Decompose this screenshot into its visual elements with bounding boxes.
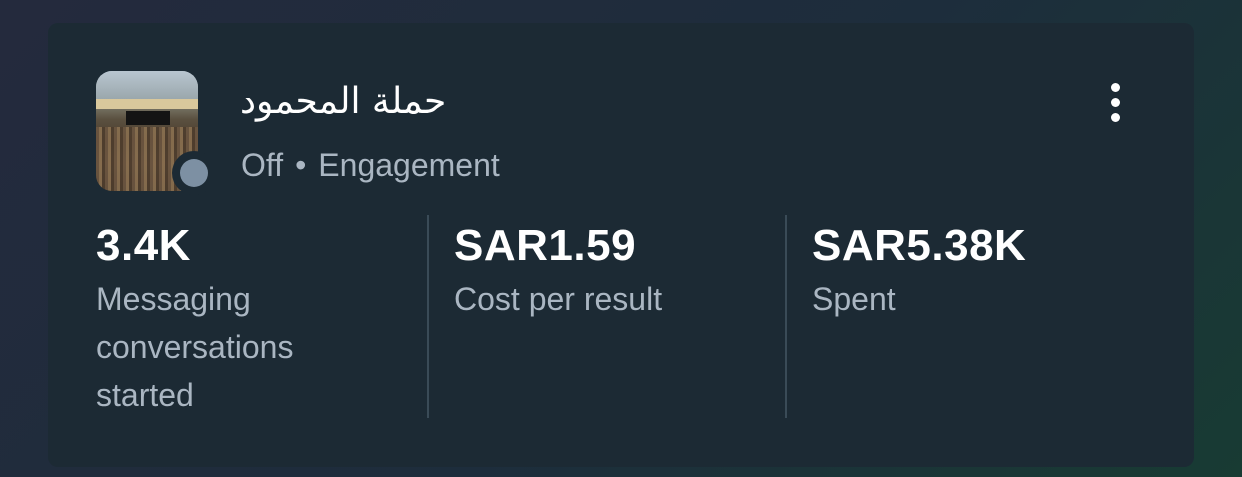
campaign-card[interactable]: حملة المحمود Off • Engagement 3.4K Messagi… xyxy=(48,23,1194,467)
thumbnail-kaaba xyxy=(126,111,170,125)
thumbnail-building xyxy=(96,99,198,109)
metric-label: Messaging conversations started xyxy=(96,281,294,413)
thumbnail-sky xyxy=(96,71,198,99)
campaign-status: Off xyxy=(241,147,284,183)
metric-value: 3.4K xyxy=(96,221,191,270)
status-indicator xyxy=(172,151,216,195)
metric-spent: SAR5.38K Spent xyxy=(812,219,1132,323)
campaign-subline: Off • Engagement xyxy=(241,147,500,184)
more-options-icon[interactable] xyxy=(1104,81,1128,125)
metric-divider xyxy=(785,215,787,418)
separator-dot: • xyxy=(295,147,307,183)
campaign-title[interactable]: حملة المحمود xyxy=(240,81,446,122)
metric-cost-per-result: SAR1.59 Cost per result xyxy=(454,219,774,323)
metric-value: SAR5.38K xyxy=(812,221,1027,270)
metric-label: Spent xyxy=(812,281,896,317)
metric-label: Cost per result xyxy=(454,281,663,317)
status-dot-icon xyxy=(180,159,208,187)
metric-results: 3.4K Messaging conversations started xyxy=(96,219,416,419)
campaign-objective: Engagement xyxy=(318,147,500,183)
metric-value: SAR1.59 xyxy=(454,221,637,270)
metric-divider xyxy=(427,215,429,418)
